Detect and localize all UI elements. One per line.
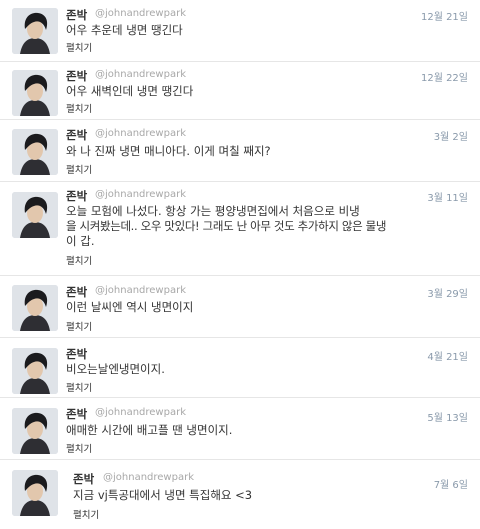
tweet-timestamp[interactable]: 3월 29일: [427, 285, 468, 300]
expand-link[interactable]: 펼치기: [73, 507, 99, 521]
avatar[interactable]: [12, 285, 58, 331]
author-name[interactable]: 존박: [66, 127, 87, 143]
tweet-timestamp[interactable]: 5월 13일: [427, 409, 468, 424]
tweet-text-line: 와 나 진짜 냉면 매니아다. 이게 며칠 째지?: [66, 144, 271, 158]
avatar[interactable]: [12, 348, 58, 394]
expand-link[interactable]: 펼치기: [66, 441, 92, 455]
tweet-item: 존박 @johnandrewpark 3월 11일 오늘 모험에 나섰다. 항상…: [0, 182, 480, 276]
tweet-item: 존박 4월 21일 비오는날엔냉면이지. 펼치기: [0, 338, 480, 398]
avatar[interactable]: [12, 70, 58, 116]
tweet-timestamp[interactable]: 12월 21일: [421, 8, 468, 23]
author-name[interactable]: 존박: [66, 7, 87, 23]
author-handle[interactable]: @johnandrewpark: [95, 8, 186, 19]
tweet-feed: 존박 @johnandrewpark 12월 21일 어우 추운데 냉면 땡긴다…: [0, 0, 480, 529]
tweet-item: 존박 @johnandrewpark 12월 22일 어우 새벽인데 냉면 땡긴…: [0, 62, 480, 120]
tweet-item: 존박 @johnandrewpark 3월 2일 와 나 진짜 냉면 매니아다.…: [0, 120, 480, 182]
avatar[interactable]: [12, 408, 58, 454]
tweet-text-line: 어우 새벽인데 냉면 땡긴다: [66, 84, 194, 98]
avatar[interactable]: [12, 129, 58, 175]
tweet-timestamp[interactable]: 3월 11일: [427, 189, 468, 204]
tweet-text-line: 비오는날엔냉면이지.: [66, 362, 165, 376]
expand-link[interactable]: 펼치기: [66, 319, 92, 333]
author-name[interactable]: 존박: [66, 284, 87, 300]
tweet-item: 존박 @johnandrewpark 3월 29일 이런 날씨엔 역시 냉면이지…: [0, 276, 480, 338]
author-name[interactable]: 존박: [66, 188, 87, 204]
tweet-text-line: 오늘 모험에 나섰다. 항상 가는 평양냉면집에서 처음으로 비냉: [66, 204, 360, 218]
expand-link[interactable]: 펼치기: [66, 253, 92, 267]
expand-link[interactable]: 펼치기: [66, 380, 92, 394]
author-name[interactable]: 존박: [66, 406, 87, 422]
tweet-item: 존박 @johnandrewpark 7월 6일 지금 vj특공대에서 냉면 특…: [0, 460, 480, 529]
author-handle[interactable]: @johnandrewpark: [103, 472, 194, 483]
author-handle[interactable]: @johnandrewpark: [95, 128, 186, 139]
author-handle[interactable]: @johnandrewpark: [95, 407, 186, 418]
author-name[interactable]: 존박: [66, 68, 87, 84]
author-name[interactable]: 존박: [66, 346, 87, 362]
tweet-timestamp[interactable]: 12월 22일: [421, 69, 468, 84]
author-handle[interactable]: @johnandrewpark: [95, 69, 186, 80]
tweet-item: 존박 @johnandrewpark 5월 13일 애매한 시간에 배고플 땐 …: [0, 398, 480, 460]
tweet-timestamp[interactable]: 4월 21일: [427, 348, 468, 363]
tweet-timestamp[interactable]: 7월 6일: [434, 476, 468, 491]
tweet-text-line: 이 갑.: [66, 234, 95, 248]
avatar[interactable]: [12, 192, 58, 238]
author-handle[interactable]: @johnandrewpark: [95, 189, 186, 200]
expand-link[interactable]: 펼치기: [66, 40, 92, 54]
tweet-text-line: 어우 추운데 냉면 땡긴다: [66, 23, 183, 37]
tweet-text-line: 지금 vj특공대에서 냉면 특집해요 <3: [73, 488, 253, 502]
author-name[interactable]: 존박: [73, 471, 94, 487]
expand-link[interactable]: 펼치기: [66, 101, 92, 115]
expand-link[interactable]: 펼치기: [66, 162, 92, 176]
tweet-text-line: 애매한 시간에 배고플 땐 냉면이지.: [66, 423, 233, 437]
tweet-text-line: 이런 날씨엔 역시 냉면이지: [66, 300, 194, 314]
tweet-text-line: 을 시켜봤는데.. 오우 맛있다! 그래도 난 아무 것도 추가하지 않은 물냉: [66, 219, 387, 233]
tweet-item: 존박 @johnandrewpark 12월 21일 어우 추운데 냉면 땡긴다…: [0, 0, 480, 62]
author-handle[interactable]: @johnandrewpark: [95, 285, 186, 296]
tweet-timestamp[interactable]: 3월 2일: [434, 128, 468, 143]
avatar[interactable]: [12, 470, 58, 516]
avatar[interactable]: [12, 8, 58, 54]
